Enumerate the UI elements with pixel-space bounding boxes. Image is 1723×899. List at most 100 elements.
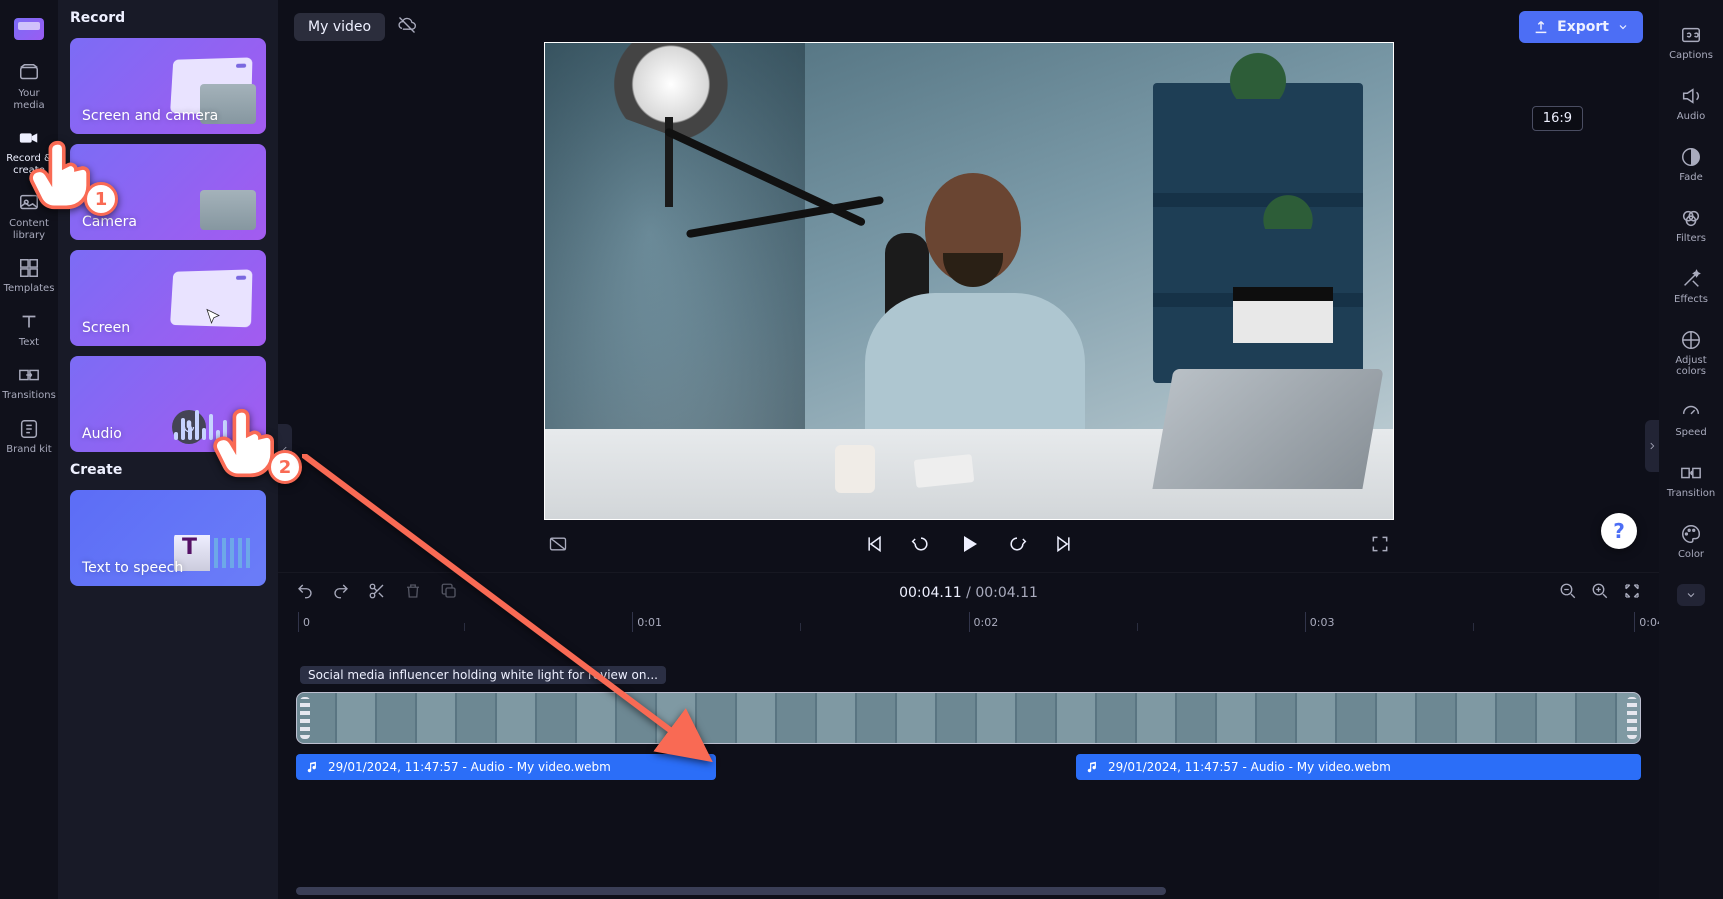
ruler-tick: 0:03 — [1305, 612, 1335, 632]
panel-section-record: Record — [70, 10, 266, 26]
prop-adjust-colors[interactable]: Adjust colors — [1659, 319, 1723, 387]
audio-clip-1[interactable]: 29/01/2024, 11:47:57 - Audio - My video.… — [296, 754, 716, 780]
skip-start-button[interactable] — [865, 534, 885, 558]
skip-back-icon — [865, 534, 885, 554]
chevron-right-icon — [1647, 441, 1657, 451]
prop-label: Adjust colors — [1661, 355, 1721, 377]
timeline-scrollbar[interactable] — [296, 887, 1166, 895]
panel-section-create: Create — [70, 462, 266, 478]
timecode-current: 00:04.11 — [899, 585, 962, 601]
adjust-icon — [1680, 329, 1702, 351]
prop-label: Filters — [1676, 233, 1706, 244]
camcorder-icon — [18, 127, 40, 149]
media-icon — [18, 62, 40, 84]
forward-icon — [1007, 534, 1027, 554]
video-track-clip[interactable] — [296, 692, 1641, 744]
play-button[interactable] — [957, 532, 981, 560]
right-property-rail: Captions Audio Fade Filters Effects Adju… — [1659, 0, 1723, 899]
prop-effects[interactable]: Effects — [1659, 258, 1723, 315]
card-screen[interactable]: Screen — [70, 250, 266, 346]
forward-button[interactable] — [1007, 534, 1027, 558]
zoom-out-button[interactable] — [1559, 582, 1577, 604]
camera-pip-icon — [200, 190, 256, 230]
nav-label: Brand kit — [6, 444, 51, 456]
fade-icon — [1680, 146, 1702, 168]
prop-label: Audio — [1677, 111, 1705, 122]
safe-zone-icon — [548, 534, 568, 554]
project-title[interactable]: My video — [294, 13, 385, 41]
prop-captions[interactable]: Captions — [1659, 14, 1723, 71]
library-icon — [18, 192, 40, 214]
transitions-icon — [18, 364, 40, 386]
play-icon — [957, 532, 981, 556]
ruler-tick: 0:01 — [632, 612, 662, 632]
skip-forward-icon — [1053, 534, 1073, 554]
prop-fade[interactable]: Fade — [1659, 136, 1723, 193]
filters-icon — [1680, 207, 1702, 229]
fullscreen-button[interactable] — [1370, 534, 1390, 558]
prop-label: Speed — [1675, 427, 1706, 438]
music-note-icon — [1086, 760, 1100, 774]
text-to-speech-icon — [174, 532, 254, 574]
card-camera[interactable]: Camera — [70, 144, 266, 240]
prop-label: Transition — [1667, 488, 1715, 499]
music-note-icon — [306, 760, 320, 774]
scissors-icon — [368, 582, 386, 600]
main-area: My video Export — [278, 0, 1659, 899]
prop-audio[interactable]: Audio — [1659, 75, 1723, 132]
waveform-icon — [174, 400, 254, 440]
help-button[interactable]: ? — [1601, 513, 1637, 549]
ruler-tick: 0:04 — [1634, 612, 1659, 632]
fit-timeline-button[interactable] — [1623, 582, 1641, 604]
nav-templates[interactable]: Templates — [0, 249, 58, 303]
prop-label: Effects — [1674, 294, 1708, 305]
card-audio[interactable]: Audio — [70, 356, 266, 452]
split-button[interactable] — [368, 582, 386, 604]
prop-rail-expand[interactable] — [1645, 420, 1659, 472]
prop-rail-collapse[interactable] — [1677, 584, 1705, 606]
ruler-tick: 0 — [298, 612, 310, 632]
aspect-ratio-button[interactable]: 16:9 — [1532, 106, 1583, 131]
duplicate-button[interactable] — [440, 582, 458, 604]
speaker-icon — [1680, 85, 1702, 107]
skip-end-button[interactable] — [1053, 534, 1073, 558]
nav-brand-kit[interactable]: Brand kit — [0, 410, 58, 464]
video-clip-label: Social media influencer holding white li… — [300, 666, 666, 684]
prop-speed[interactable]: Speed — [1659, 391, 1723, 448]
card-screen-and-camera[interactable]: Screen and camera — [70, 38, 266, 134]
video-preview[interactable] — [544, 42, 1394, 520]
zoom-in-button[interactable] — [1591, 582, 1609, 604]
captions-icon — [1680, 24, 1702, 46]
card-label: Screen — [82, 320, 130, 336]
prop-label: Captions — [1669, 50, 1713, 61]
audio-clip-2[interactable]: 29/01/2024, 11:47:57 - Audio - My video.… — [1076, 754, 1641, 780]
nav-transitions[interactable]: Transitions — [0, 356, 58, 410]
nav-your-media[interactable]: Your media — [0, 54, 58, 119]
nav-label: Text — [19, 337, 39, 349]
fit-icon — [1623, 582, 1641, 600]
cloud-off-icon[interactable] — [397, 15, 417, 39]
rewind-button[interactable] — [911, 534, 931, 558]
safe-zone-toggle[interactable] — [548, 534, 568, 558]
card-text-to-speech[interactable]: Text to speech — [70, 490, 266, 586]
redo-icon — [332, 582, 350, 600]
undo-button[interactable] — [296, 582, 314, 604]
nav-text[interactable]: Text — [0, 303, 58, 357]
timeline-ruler[interactable]: 0 0:01 0:02 0:03 0:04 — [296, 612, 1641, 638]
timeline[interactable]: 0 0:01 0:02 0:03 0:04 Social media influ… — [278, 612, 1659, 899]
prop-transition[interactable]: Transition — [1659, 452, 1723, 509]
timeline-toolbar: 00:04.11 / 00:04.11 — [278, 572, 1659, 612]
nav-label: Record & create — [2, 153, 56, 176]
ruler-tick: 0:02 — [969, 612, 999, 632]
card-label: Screen and camera — [82, 108, 218, 124]
export-button[interactable]: Export — [1519, 11, 1643, 43]
prop-color[interactable]: Color — [1659, 513, 1723, 570]
nav-record-create[interactable]: Record & create — [0, 119, 58, 184]
text-icon — [18, 311, 40, 333]
speed-icon — [1680, 401, 1702, 423]
nav-content-library[interactable]: Content library — [0, 184, 58, 249]
effects-icon — [1680, 268, 1702, 290]
redo-button[interactable] — [332, 582, 350, 604]
delete-button[interactable] — [404, 582, 422, 604]
prop-filters[interactable]: Filters — [1659, 197, 1723, 254]
